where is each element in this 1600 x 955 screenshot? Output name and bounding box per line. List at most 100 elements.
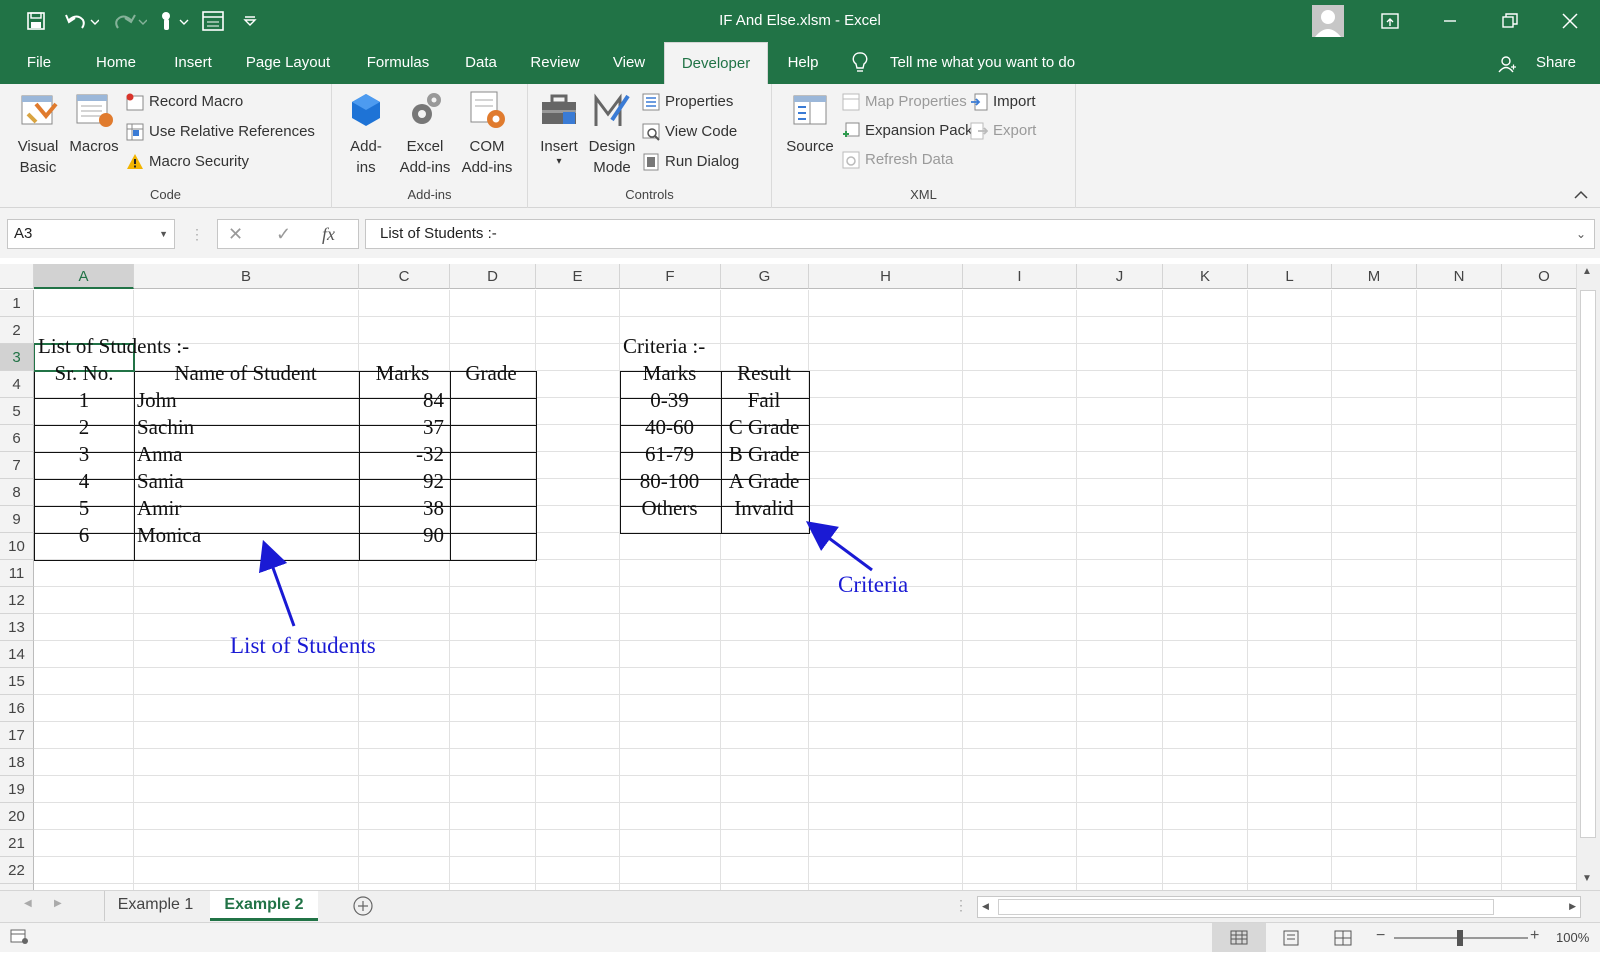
macro-security-button[interactable]: Macro Security: [126, 150, 249, 174]
row-header[interactable]: 10: [0, 533, 34, 560]
name-box[interactable]: A3 ▼: [7, 219, 175, 249]
use-relative-references-button[interactable]: Use Relative References: [126, 120, 315, 144]
column-header[interactable]: F: [620, 264, 721, 289]
next-sheet-icon[interactable]: ▶: [54, 898, 62, 909]
zoom-level[interactable]: 100%: [1556, 930, 1589, 945]
tab-insert[interactable]: Insert: [162, 42, 224, 84]
add-ins-button[interactable]: Add- ins: [340, 90, 392, 178]
vertical-scrollbar[interactable]: ▲ ▼: [1576, 264, 1600, 890]
share-button[interactable]: Share: [1536, 42, 1576, 84]
new-sheet-icon[interactable]: [352, 895, 374, 920]
tab-formulas[interactable]: Formulas: [354, 42, 442, 84]
xml-source-button[interactable]: Source: [782, 90, 838, 157]
insert-function-icon[interactable]: fx: [322, 224, 335, 245]
properties-button[interactable]: Properties: [642, 90, 733, 114]
record-macro-button[interactable]: Record Macro: [126, 90, 243, 114]
row-header[interactable]: 8: [0, 479, 34, 506]
expand-formula-bar-icon[interactable]: ⌄: [1576, 220, 1586, 248]
tell-me-search[interactable]: Tell me what you want to do: [890, 42, 1075, 84]
column-header[interactable]: M: [1332, 264, 1417, 289]
row-header[interactable]: 18: [0, 749, 34, 776]
minimize-icon[interactable]: [1420, 0, 1480, 42]
run-dialog-button[interactable]: Run Dialog: [642, 150, 739, 174]
tab-file[interactable]: File: [14, 42, 64, 84]
row-header[interactable]: 5: [0, 398, 34, 425]
xml-export-button[interactable]: Export: [970, 119, 1036, 143]
zoom-slider[interactable]: [1394, 930, 1528, 946]
map-properties-button[interactable]: Map Properties: [842, 90, 967, 114]
column-header[interactable]: C: [359, 264, 450, 289]
row-header[interactable]: 11: [0, 560, 34, 587]
row-header[interactable]: 13: [0, 614, 34, 641]
sheet-tab-example-1[interactable]: Example 1: [104, 891, 206, 921]
column-header[interactable]: G: [721, 264, 809, 289]
tab-page-layout[interactable]: Page Layout: [236, 42, 340, 84]
close-icon[interactable]: [1540, 0, 1600, 42]
horizontal-scrollbar[interactable]: ◀ ▶: [977, 896, 1581, 918]
ribbon-display-options-icon[interactable]: [1360, 0, 1420, 42]
excel-add-ins-button[interactable]: Excel Add-ins: [394, 90, 456, 178]
visual-basic-button[interactable]: Visual Basic: [10, 90, 66, 178]
row-header[interactable]: 7: [0, 452, 34, 479]
row-header[interactable]: 20: [0, 803, 34, 830]
insert-control-button[interactable]: Insert ▾: [534, 90, 584, 167]
row-header[interactable]: 14: [0, 641, 34, 668]
tab-help[interactable]: Help: [780, 42, 826, 84]
column-header[interactable]: I: [963, 264, 1077, 289]
formula-input[interactable]: List of Students :- ⌄: [365, 219, 1595, 249]
row-header[interactable]: 15: [0, 668, 34, 695]
zoom-out-icon[interactable]: −: [1376, 927, 1385, 945]
row-header[interactable]: 2: [0, 317, 34, 344]
prev-sheet-icon[interactable]: ◀: [24, 898, 32, 909]
column-header[interactable]: K: [1163, 264, 1248, 289]
scroll-up-icon[interactable]: ▲: [1582, 266, 1592, 277]
row-header[interactable]: 9: [0, 506, 34, 533]
scroll-down-icon[interactable]: ▼: [1582, 873, 1592, 884]
sheet-tab-example-2[interactable]: Example 2: [210, 891, 318, 921]
refresh-data-button[interactable]: Refresh Data: [842, 148, 953, 172]
scroll-left-icon[interactable]: ◀: [982, 901, 989, 912]
tab-view[interactable]: View: [604, 42, 654, 84]
zoom-in-icon[interactable]: +: [1530, 927, 1539, 945]
column-header[interactable]: L: [1248, 264, 1332, 289]
select-all-corner[interactable]: [0, 264, 34, 289]
enter-icon[interactable]: ✓: [276, 224, 291, 245]
scroll-right-icon[interactable]: ▶: [1569, 901, 1576, 912]
tab-home[interactable]: Home: [86, 42, 146, 84]
row-header[interactable]: 17: [0, 722, 34, 749]
horizontal-scroll-thumb[interactable]: [998, 899, 1494, 915]
design-mode-button[interactable]: Design Mode: [584, 90, 640, 178]
collapse-ribbon-icon[interactable]: [1574, 189, 1588, 203]
chevron-down-icon[interactable]: ▼: [159, 220, 168, 248]
row-header[interactable]: 12: [0, 587, 34, 614]
row-header[interactable]: 16: [0, 695, 34, 722]
view-code-button[interactable]: View Code: [642, 120, 737, 144]
column-header[interactable]: H: [809, 264, 963, 289]
xml-import-button[interactable]: Import: [970, 90, 1036, 114]
column-header[interactable]: N: [1417, 264, 1502, 289]
macros-button[interactable]: Macros: [66, 90, 122, 157]
row-header[interactable]: 6: [0, 425, 34, 452]
normal-view-button[interactable]: [1212, 923, 1266, 952]
column-header[interactable]: E: [536, 264, 620, 289]
tab-developer[interactable]: Developer: [664, 42, 768, 84]
column-header[interactable]: O: [1502, 264, 1587, 289]
row-header[interactable]: 4: [0, 371, 34, 398]
row-header[interactable]: 1: [0, 290, 34, 317]
scroll-thumb[interactable]: [1580, 290, 1596, 838]
row-header[interactable]: 21: [0, 830, 34, 857]
column-header[interactable]: J: [1077, 264, 1163, 289]
column-header[interactable]: A: [34, 264, 134, 289]
page-layout-view-icon[interactable]: [1282, 930, 1300, 949]
row-header[interactable]: 3: [0, 344, 34, 371]
com-add-ins-button[interactable]: COM Add-ins: [456, 90, 518, 178]
macro-recording-icon[interactable]: [10, 929, 30, 948]
restore-icon[interactable]: [1480, 0, 1540, 42]
user-avatar-icon[interactable]: [1312, 5, 1344, 37]
column-header[interactable]: B: [134, 264, 359, 289]
split-handle-icon[interactable]: ⋮: [954, 897, 968, 914]
cancel-icon[interactable]: ✕: [228, 224, 243, 245]
column-header[interactable]: D: [450, 264, 536, 289]
tab-data[interactable]: Data: [454, 42, 508, 84]
tab-review[interactable]: Review: [518, 42, 592, 84]
